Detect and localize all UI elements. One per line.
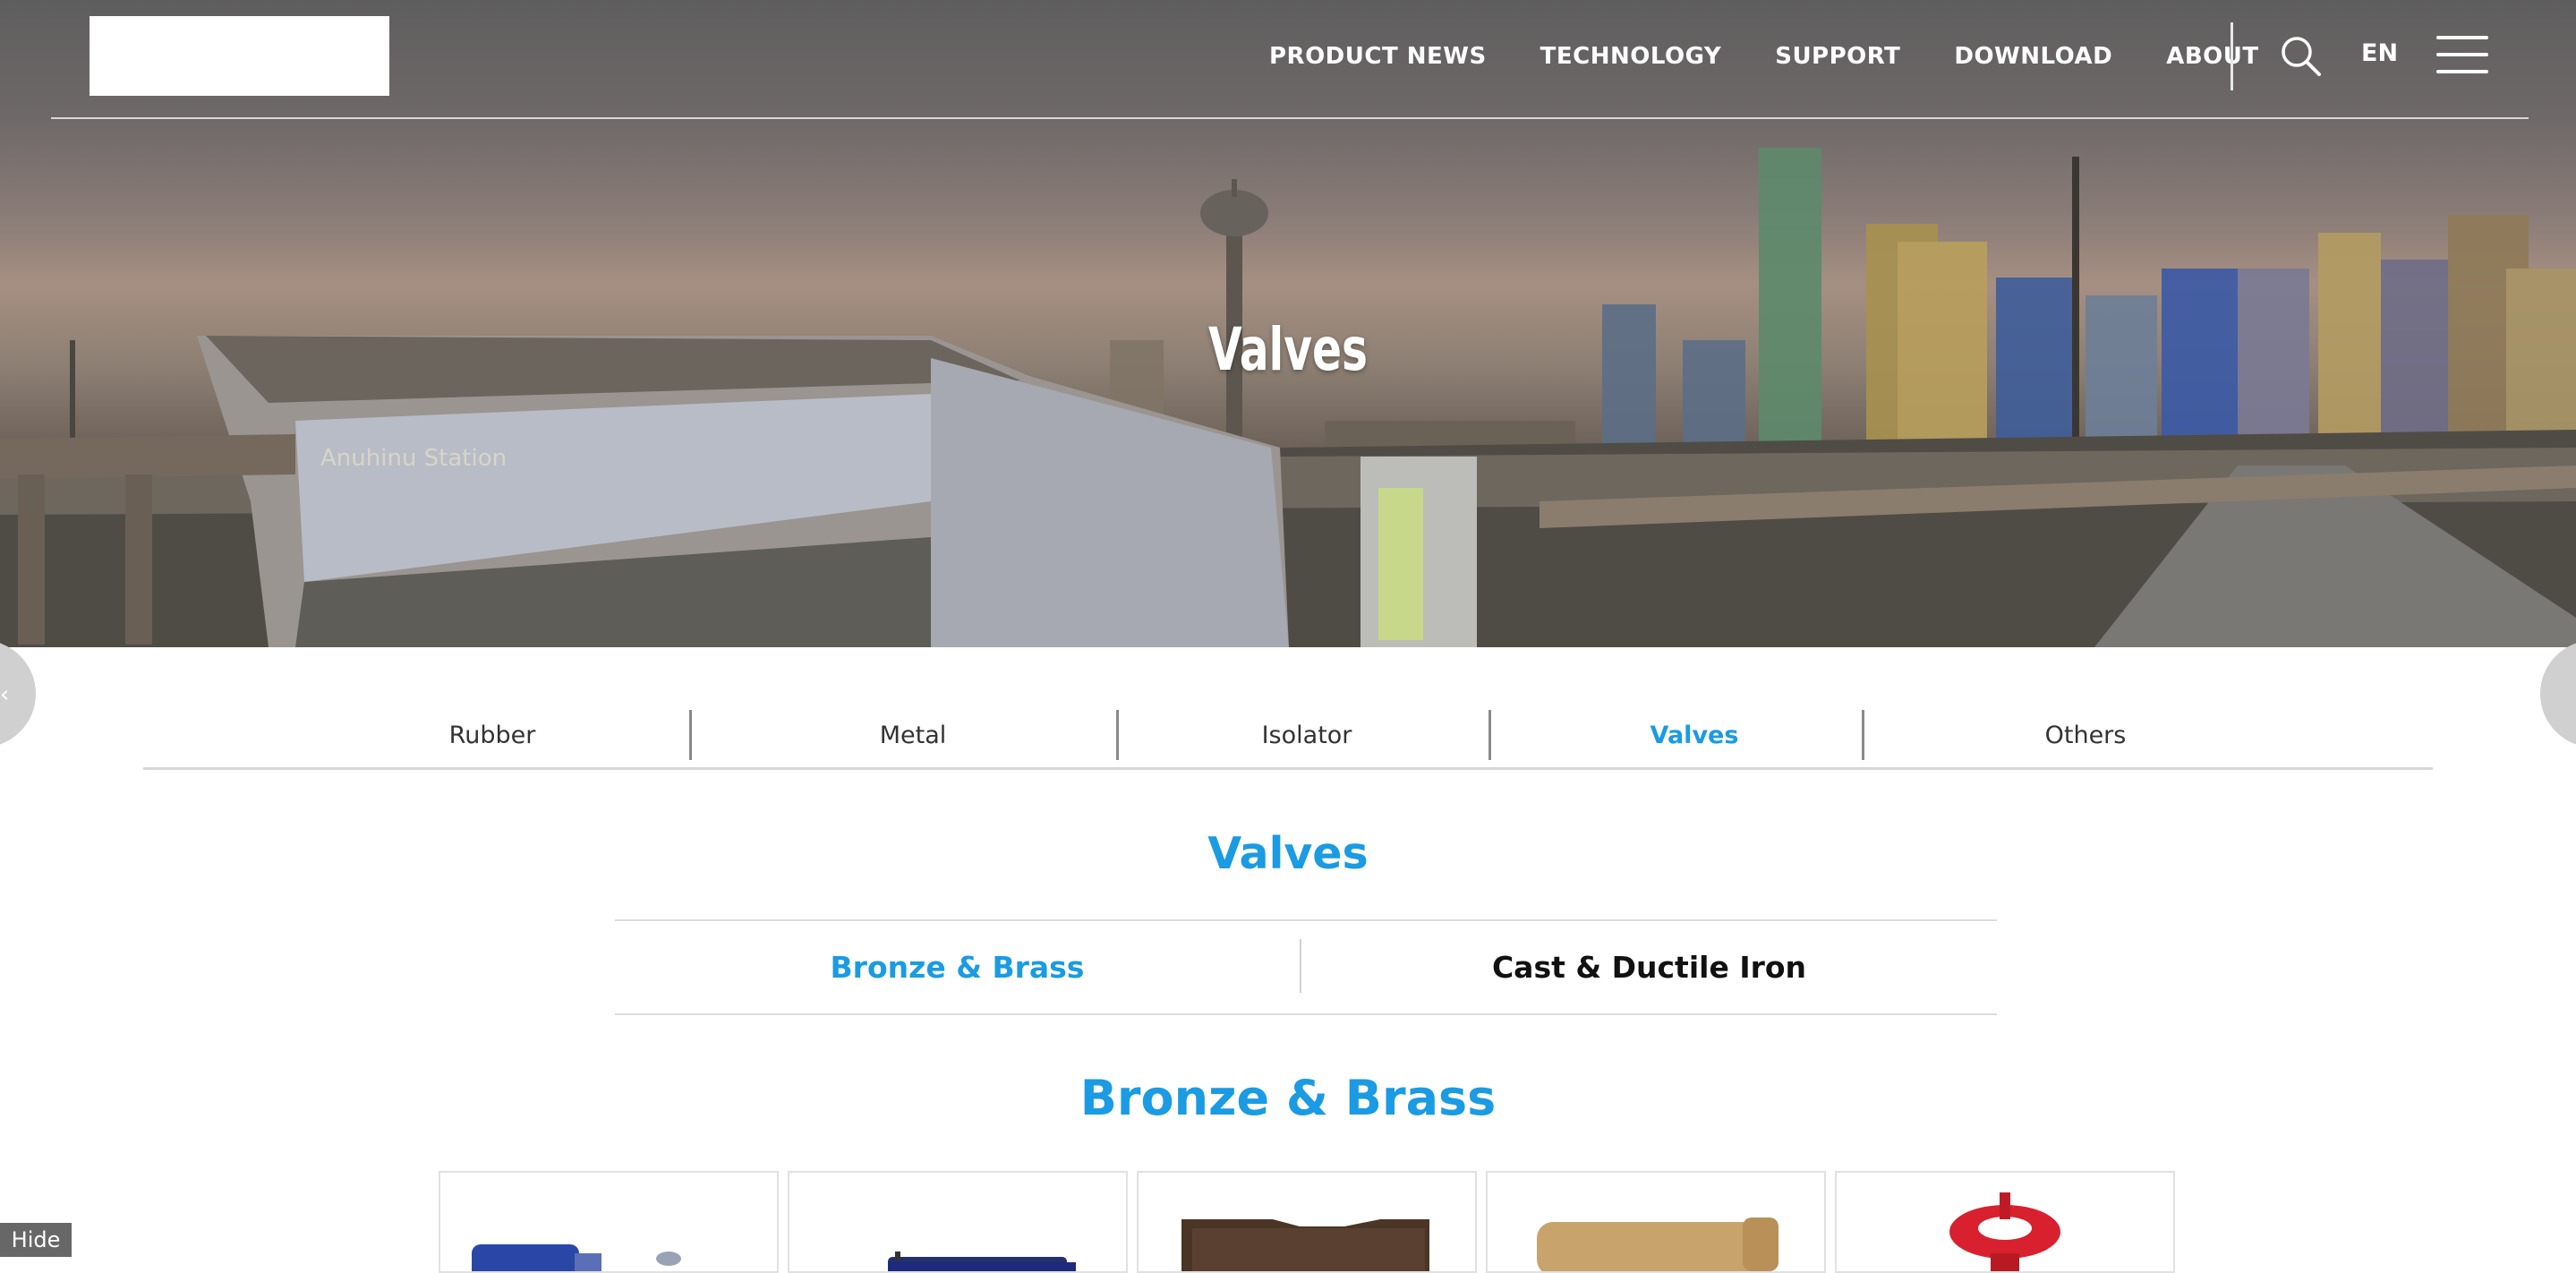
product-card[interactable] (788, 1171, 1128, 1273)
nav-product-news[interactable]: PRODUCT NEWS (1269, 43, 1487, 70)
subtab-cast-ductile-iron[interactable]: Cast & Ductile Iron (1301, 921, 1997, 1013)
category-tabs: Rubber Metal Isolator Valves Others (143, 703, 2433, 770)
tab-valves[interactable]: Valves (1529, 703, 1860, 767)
nav-about[interactable]: ABOUT (2166, 43, 2258, 70)
nav-support[interactable]: SUPPORT (1775, 43, 1900, 70)
nav-download[interactable]: DOWNLOAD (1954, 43, 2112, 70)
carousel-prev-button[interactable]: ‹ (0, 640, 36, 748)
nav-technology[interactable]: TECHNOLOGY (1540, 43, 1722, 70)
tab-isolator[interactable]: Isolator (1155, 703, 1459, 767)
subtab-bronze-brass[interactable]: Bronze & Brass (615, 921, 1300, 1013)
tab-separator (689, 710, 692, 760)
company-logo[interactable] (90, 16, 389, 96)
carousel-next-button[interactable] (2540, 640, 2576, 748)
subsection-heading: Bronze & Brass (1079, 1070, 1497, 1126)
chevron-left-icon: ‹ (0, 681, 10, 708)
product-card[interactable] (439, 1171, 779, 1273)
tab-rubber[interactable]: Rubber (358, 703, 627, 767)
hero-sign-text: Anuhinu Station (320, 445, 507, 472)
hide-button[interactable]: Hide (0, 1223, 72, 1257)
tabs-divider (143, 767, 2433, 770)
subtabs-bottom-rule (615, 1013, 1997, 1015)
product-card[interactable] (1486, 1171, 1826, 1273)
main-nav: PRODUCT NEWS TECHNOLOGY SUPPORT DOWNLOAD… (1269, 0, 2576, 112)
header-divider (51, 117, 2529, 119)
tab-metal[interactable]: Metal (770, 703, 1056, 767)
tab-separator (1116, 710, 1119, 760)
nav-divider (2231, 22, 2233, 90)
tab-separator (1862, 710, 1864, 760)
tab-separator (1488, 710, 1491, 760)
product-card[interactable] (1137, 1171, 1477, 1273)
section-title: Valves (1207, 828, 1369, 879)
hero-title: Valves (1207, 315, 1368, 384)
hero-banner: Anuhinu Station PRODUCT NEWS TECHNOLOGY … (0, 0, 2576, 647)
product-card[interactable] (1835, 1171, 2175, 1273)
hamburger-menu-icon[interactable] (2436, 36, 2488, 77)
search-icon[interactable] (2279, 34, 2324, 79)
language-switch[interactable]: EN (2361, 39, 2398, 67)
subcategory-tabs: Bronze & Brass Cast & Ductile Iron (615, 919, 1997, 1016)
tab-others[interactable]: Others (1906, 703, 2265, 767)
